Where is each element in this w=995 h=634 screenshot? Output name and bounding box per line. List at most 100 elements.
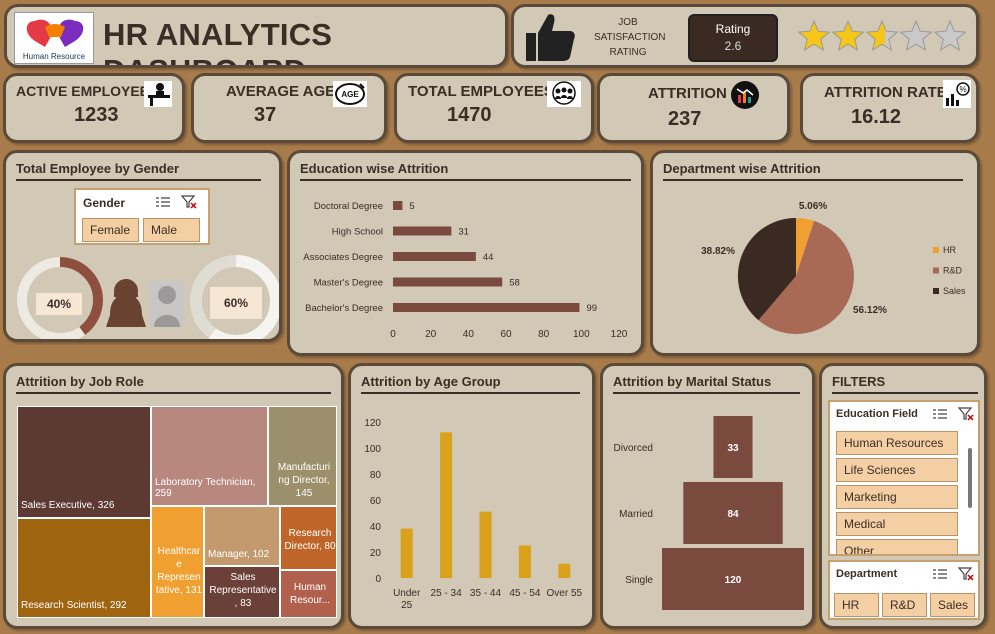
jobrole-treemap: Sales Executive, 326 Research Scientist,… [17, 406, 337, 618]
treemap-cell[interactable]: Laboratory Technician, 259 [151, 406, 268, 506]
kpi-attrition: ATTRITION 237 [597, 73, 790, 143]
kpi-value: 1233 [74, 104, 119, 126]
age-badge-icon: AGE [333, 81, 367, 107]
filters-panel: FILTERS Education Field Human Resources … [819, 363, 987, 629]
y-tick-label: 120 [364, 418, 381, 429]
treemap-cell[interactable]: Sales Executive, 326 [17, 406, 151, 518]
bar [393, 303, 580, 312]
gender-title: Total Employee by Gender [16, 161, 261, 181]
y-tick-label: 100 [364, 444, 381, 455]
treemap-cell[interactable]: Research Director, 80 [280, 506, 337, 570]
x-tick-label: Over 55 [547, 588, 583, 599]
bar [393, 201, 403, 210]
kpi-attrition-rate: ATTRITION RATE 16.12 % [800, 73, 979, 143]
data-label: 56.12% [853, 305, 887, 316]
slicer-option-hr[interactable]: HR [834, 593, 879, 617]
logo-text: Human Resource [22, 52, 86, 61]
data-label: 58 [509, 278, 520, 289]
clear-filter-icon[interactable] [958, 407, 974, 421]
hr-logo: Human Resource [14, 12, 94, 64]
treemap-label: Healthcar e Represen tative, 131 [155, 546, 203, 596]
slicer-option-rnd[interactable]: R&D [882, 593, 927, 617]
slicer-option-male[interactable]: Male [143, 218, 200, 242]
title-panel: Human Resource HR ANALYTICS DASHBOARD [4, 4, 508, 68]
treemap-cell[interactable]: Research Scientist, 292 [17, 518, 151, 618]
bar [393, 226, 452, 236]
kpi-label: ATTRITION [648, 85, 727, 102]
slicer-option-life-sciences[interactable]: Life Sciences [836, 458, 958, 482]
rating-value: 2.6 [724, 39, 742, 53]
x-tick-label: 35 - 44 [470, 588, 502, 599]
slicer-option-medical[interactable]: Medical [836, 512, 958, 536]
category-label: Bachelor's Degree [305, 303, 383, 314]
slicer-option-sales[interactable]: Sales [930, 593, 975, 617]
male-person-icon [150, 281, 184, 327]
clear-filter-icon[interactable] [181, 195, 197, 209]
percent-chart-icon: % [943, 80, 971, 108]
star-icon [933, 19, 967, 51]
team-icon [547, 81, 581, 107]
slicer-option-marketing[interactable]: Marketing [836, 485, 958, 509]
treemap-label: Manufacturi ng Director, 145 [277, 462, 331, 499]
female-person-icon [106, 279, 146, 327]
data-label: 99 [586, 303, 597, 314]
y-tick-label: 20 [370, 548, 382, 559]
gender-panel: Total Employee by Gender Gender Female M… [3, 150, 282, 342]
kpi-active-employees: ACTIVE EMPLOYEES 1233 [3, 73, 185, 143]
clear-filter-icon[interactable] [958, 567, 974, 581]
data-label: 38.82% [701, 246, 735, 257]
kpi-value: 37 [254, 104, 277, 126]
education-panel: Education wise Attrition Doctoral Degree… [287, 150, 644, 356]
y-tick-label: 40 [370, 522, 382, 533]
bar [393, 277, 503, 287]
bar [479, 511, 492, 578]
slicer-scrollbar[interactable] [968, 448, 972, 508]
kpi-value: 16.12 [851, 106, 902, 128]
slicer-option-other[interactable]: Other [836, 539, 958, 554]
thumbs-up-icon [526, 14, 575, 61]
legend-label: R&D [943, 266, 963, 276]
treemap-cell[interactable]: Healthcar e Represen tative, 131 [151, 506, 204, 618]
slicer-title: Department [836, 568, 898, 580]
age-panel: Attrition by Age Group 0 20 40 60 80 100 120 Un… [348, 363, 595, 629]
treemap-cell[interactable]: Sales Representative , 83 [204, 566, 280, 618]
bar [558, 563, 571, 578]
star-icon [798, 19, 831, 51]
male-pct-label: 60% [210, 287, 262, 319]
gender-slicer: Gender Female Male [74, 188, 210, 245]
multi-select-icon[interactable] [932, 567, 948, 581]
bar [400, 528, 413, 578]
data-label: 84 [727, 509, 739, 520]
treemap-label: Manager, 102 [208, 549, 270, 560]
treemap-cell[interactable]: Manager, 102 [204, 506, 280, 566]
category-label: Doctoral Degree [314, 201, 383, 212]
x-tick-label: 25 [401, 600, 413, 611]
x-tick-label: 100 [573, 329, 590, 340]
treemap-label: Sales Representative , 83 [209, 572, 277, 609]
slicer-option-female[interactable]: Female [82, 218, 139, 242]
jobrole-title: Attrition by Job Role [16, 374, 331, 394]
education-title: Education wise Attrition [300, 161, 631, 181]
x-tick-label: 40 [463, 329, 475, 340]
multi-select-icon[interactable] [932, 407, 948, 421]
legend-label: Sales [943, 286, 966, 296]
rating-stars [798, 19, 967, 51]
legend-swatch [933, 267, 939, 274]
kpi-label: TOTAL EMPLOYEES [408, 83, 554, 100]
data-label: 120 [725, 575, 742, 586]
data-label: 31 [458, 227, 469, 238]
category-label: Married [619, 509, 653, 520]
category-label: High School [332, 227, 383, 238]
star-icon [899, 19, 933, 51]
department-panel: Department wise Attrition 5.06% 56.12% 38.… [650, 150, 980, 356]
slicer-option-human-resources[interactable]: Human Resources [836, 431, 958, 455]
treemap-cell[interactable]: Manufacturi ng Director, 145 [268, 406, 337, 506]
jobrole-panel: Attrition by Job Role Sales Executive, 3… [3, 363, 344, 629]
rating-box: Rating 2.6 [688, 14, 778, 62]
x-tick-label: 25 - 34 [431, 588, 463, 599]
x-tick-label: 0 [390, 329, 396, 340]
treemap-cell[interactable]: Human Resour... [280, 570, 337, 618]
job-satisfaction-label: JOB SATISFACTION RATING [594, 17, 666, 58]
treemap-label: Sales Executive, 326 [21, 500, 115, 511]
multi-select-icon[interactable] [155, 195, 171, 209]
